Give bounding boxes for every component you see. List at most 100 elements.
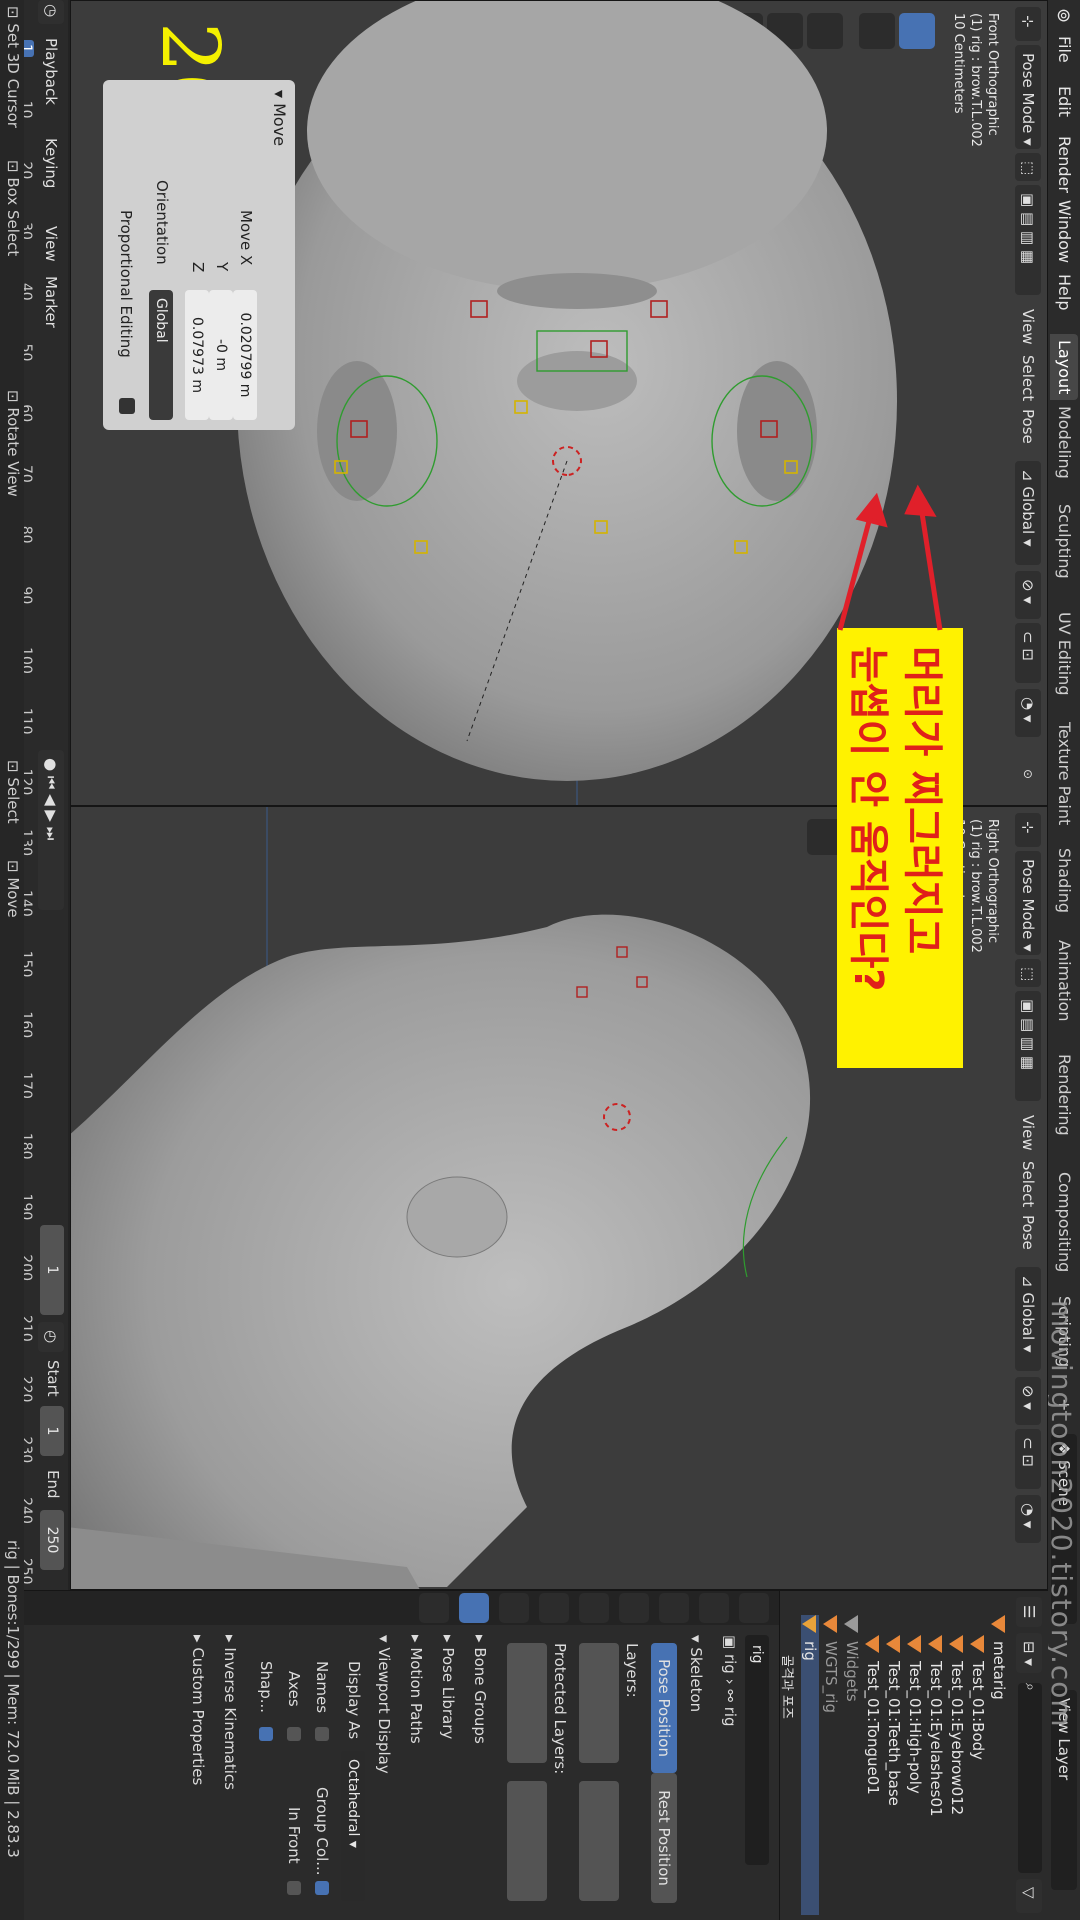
move-panel-title[interactable]: ▾ Move [270, 90, 289, 146]
tab-texture-paint[interactable]: Texture Paint [1050, 716, 1078, 831]
outliner-item[interactable]: Test_01:Eyelashes01 [927, 1635, 945, 1817]
bone-tab-icon[interactable] [419, 1593, 449, 1623]
status-text: Box Select [4, 177, 22, 257]
object-name: rig [749, 1645, 765, 1664]
outliner-item[interactable]: Test_01:High-poly [906, 1635, 924, 1794]
move-title-label: Move [270, 103, 289, 147]
menu-keying[interactable]: Keying [38, 130, 64, 214]
tab-uv-editing[interactable]: UV Editing [1050, 606, 1078, 701]
menu-marker[interactable]: Marker [38, 268, 64, 338]
render-tab-icon[interactable] [699, 1593, 729, 1623]
orientation-dropdown[interactable]: Global [149, 290, 173, 420]
outliner-item[interactable]: Test_01:Body [969, 1635, 987, 1760]
tab-animation[interactable]: Animation [1050, 934, 1078, 1028]
outliner-item-label: Test_01:Eyebrow012 [948, 1661, 966, 1816]
start-frame-field[interactable]: 1 [40, 1406, 64, 1456]
outliner[interactable]: ☰ ⊟ ▾ ⌕ ▽ metarig Test_01:Body Test_01:Eye… [779, 1590, 1048, 1920]
shapes-checkbox[interactable] [259, 1727, 273, 1741]
move-z-field[interactable]: 0.07973 m [185, 290, 209, 420]
armature-data-tab-icon[interactable] [459, 1593, 489, 1623]
motion-paths-header[interactable]: ▸ Motion Paths [407, 1635, 425, 1744]
data-name-field[interactable]: rig [745, 1635, 769, 1865]
layers-grid-2[interactable] [579, 1781, 619, 1901]
outliner-item[interactable]: Widgets [843, 1615, 861, 1702]
protected-layers-grid-2[interactable] [507, 1781, 547, 1901]
end-frame-field[interactable]: 250 [40, 1510, 64, 1570]
move-x-field[interactable]: 0.020799 m [233, 290, 257, 420]
skeleton-header[interactable]: ▾ Skeleton [687, 1635, 705, 1712]
pose-library-header[interactable]: ▸ Pose Library [439, 1635, 457, 1739]
tab-compositing[interactable]: Compositing [1050, 1166, 1078, 1278]
status-stats: rig | Bones:1/299 | Mem: 72.0 MiB | 2.83… [4, 1540, 22, 1858]
proportional-editing-checkbox[interactable] [119, 398, 135, 414]
in-front-checkbox[interactable] [287, 1881, 301, 1895]
object-tab-icon[interactable] [499, 1593, 529, 1623]
tab-shading[interactable]: Shading [1050, 842, 1078, 919]
properties-panel[interactable]: rig ▣ rig › ⚯ rig ▾ Skeleton Pose Positi… [23, 1590, 780, 1920]
pose-position-button[interactable]: Pose Position [651, 1643, 677, 1773]
output-tab-icon[interactable] [659, 1593, 689, 1623]
start-label: Start [44, 1360, 62, 1397]
status-rotate-view: ⊡ Rotate View [4, 390, 22, 497]
display-as-dropdown[interactable]: Octahedral ▾ [341, 1751, 365, 1901]
world-tab-icon[interactable] [539, 1593, 569, 1623]
outliner-item[interactable]: Test_01:Tongue01 [864, 1635, 882, 1795]
outliner-item[interactable]: WGTS_rig [822, 1615, 840, 1713]
menu-edit[interactable]: Edit [1055, 86, 1074, 117]
outliner-search-input[interactable]: ⌕ [1018, 1683, 1042, 1873]
outliner-item[interactable]: Test_01:Teeth_base [885, 1635, 903, 1806]
mesh-icon [823, 1615, 838, 1633]
outliner-item[interactable]: metarig [990, 1615, 1008, 1700]
scene-tab-icon[interactable] [579, 1593, 609, 1623]
move-y-field[interactable]: -0 m [209, 290, 233, 420]
collection-icon [844, 1615, 859, 1633]
stopwatch-icon[interactable]: ◴ [38, 1322, 64, 1352]
menu-view[interactable]: View [38, 218, 64, 268]
mesh-icon [928, 1635, 943, 1653]
status-set-cursor: ⊡ Set 3D Cursor [4, 6, 22, 128]
viewport-display-header[interactable]: ▾ Viewport Display [375, 1635, 393, 1774]
filter-icon[interactable]: ▽ [1016, 1879, 1042, 1913]
status-text: Rotate View [4, 407, 22, 497]
axes-checkbox[interactable] [287, 1727, 301, 1741]
tool-tab-icon[interactable] [739, 1593, 769, 1623]
outliner-subitem[interactable]: 골격과 포즈 [779, 1655, 798, 1719]
playback-controls[interactable]: ● ⏮ ◀ ▶ ⏭ [38, 750, 64, 910]
mesh-icon [970, 1635, 985, 1653]
outliner-item[interactable]: Test_01:Eyebrow012 [948, 1635, 966, 1815]
outliner-editor-icon[interactable]: ☰ [1016, 1597, 1042, 1627]
bone-groups-header[interactable]: ▸ Bone Groups [471, 1635, 489, 1744]
custom-properties-header[interactable]: ▸ Custom Properties [189, 1635, 207, 1785]
protected-layers-label: Protected Layers: [551, 1643, 569, 1775]
tab-rendering[interactable]: Rendering [1050, 1048, 1078, 1142]
display-as-value: Octahedral [345, 1759, 361, 1837]
outliner-item-label: Test_01:Eyelashes01 [927, 1661, 945, 1817]
tab-sculpting[interactable]: Sculpting [1050, 498, 1078, 585]
menu-window[interactable]: Window [1055, 200, 1074, 263]
current-frame-field[interactable]: 1 [40, 1225, 64, 1315]
outliner-item-label: Test_01:Body [969, 1661, 987, 1761]
blender-logo-icon[interactable]: ⊚ [1053, 8, 1074, 23]
motion-paths-label: Motion Paths [407, 1647, 425, 1744]
ik-label: Inverse Kinematics [221, 1647, 239, 1790]
ik-header[interactable]: ▸ Inverse Kinematics [221, 1635, 239, 1790]
status-text: Select [4, 777, 22, 824]
menu-render[interactable]: Render [1055, 136, 1074, 193]
rest-position-button[interactable]: Rest Position [651, 1773, 677, 1903]
view-layer-tab-icon[interactable] [619, 1593, 649, 1623]
menu-file[interactable]: File [1055, 36, 1074, 63]
move-x-label: Move X [237, 210, 255, 266]
group-colors-checkbox[interactable] [315, 1881, 329, 1895]
status-text: Move [4, 877, 22, 918]
outliner-item[interactable]: rig [801, 1615, 819, 1915]
layers-grid[interactable] [579, 1643, 619, 1763]
menu-help[interactable]: Help [1055, 274, 1074, 310]
protected-layers-grid[interactable] [507, 1643, 547, 1763]
move-operator-panel[interactable]: ▾ Move Move X 0.020799 m Y -0 m Z 0.0797… [103, 80, 295, 430]
tab-layout[interactable]: Layout [1050, 334, 1078, 401]
tab-modeling[interactable]: Modeling [1050, 400, 1078, 485]
menu-playback[interactable]: Playback [38, 30, 64, 130]
display-mode-icon[interactable]: ⊟ ▾ [1016, 1633, 1042, 1673]
names-checkbox[interactable] [315, 1727, 329, 1741]
timeline-editor-icon[interactable]: ◷ [38, 0, 64, 24]
